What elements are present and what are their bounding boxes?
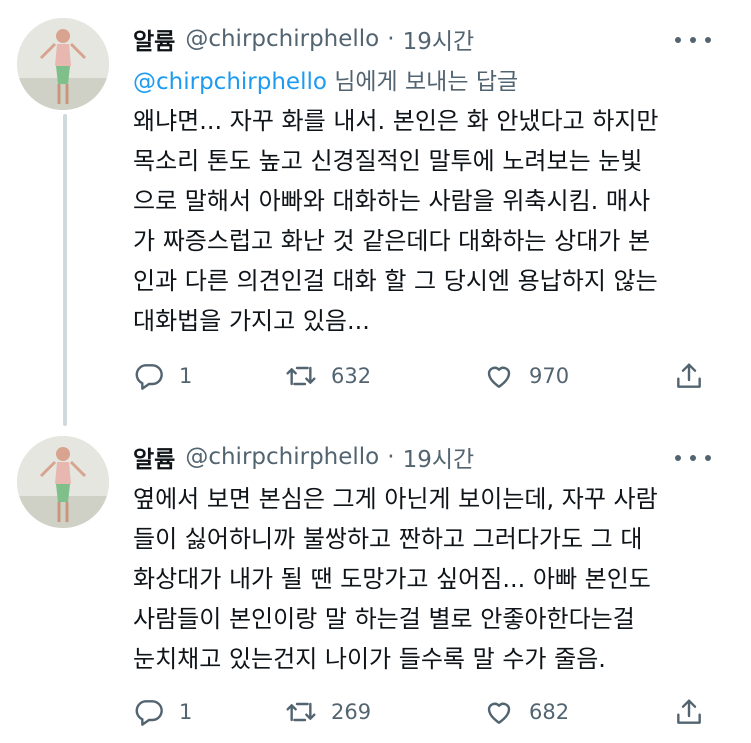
- tweet-text-line: 인과 다른 의견인걸 대화 할 그 당시엔 용납하지 않는: [133, 267, 658, 295]
- more-icon[interactable]: [675, 452, 711, 464]
- timestamp[interactable]: 19시간: [403, 22, 475, 56]
- heart-icon: [487, 366, 511, 388]
- like-count: 970: [529, 364, 570, 388]
- retweet-button[interactable]: 632: [285, 358, 371, 394]
- replying-to: @chirpchirphello 님에게 보내는 답글: [133, 62, 518, 96]
- avatar[interactable]: [17, 18, 109, 110]
- retweet-icon: [286, 702, 316, 722]
- replying-to-suffix: 님에게 보내는 답글: [326, 69, 519, 95]
- retweet-button[interactable]: 269: [285, 694, 371, 730]
- username[interactable]: @chirpchirphello: [185, 444, 379, 470]
- action-bar: 1 632 970: [133, 358, 713, 394]
- retweet-count: 269: [331, 700, 372, 724]
- username[interactable]: @chirpchirphello: [185, 26, 379, 52]
- reply-count: 1: [179, 700, 193, 724]
- timestamp[interactable]: 19시간: [403, 440, 475, 474]
- separator-dot: ·: [387, 444, 395, 470]
- share-button[interactable]: [673, 358, 705, 394]
- share-icon: [677, 699, 701, 724]
- like-button[interactable]: 682: [483, 694, 569, 730]
- tweet-header: 알륨 @chirpchirphello · 19시간: [133, 440, 474, 474]
- tweet-text: 옆에서 보면 본심은 그게 아닌게 보이는데, 자꾸 사람 들이 싫어하니까 불…: [133, 479, 658, 679]
- reply-icon: [135, 364, 163, 390]
- tweet-text-line: 으로 말해서 아빠와 대화하는 사람을 위축시킴. 매사: [133, 187, 651, 215]
- tweet-text-line: 왜냐면... 자꾸 화를 내서. 본인은 화 안냈다고 하지만: [133, 107, 659, 135]
- share-icon: [677, 363, 701, 388]
- reply-button[interactable]: 1: [133, 694, 192, 730]
- tweet-text-line: 들이 싫어하니까 불쌍하고 짠하고 그러다가도 그 대: [133, 525, 643, 553]
- like-button[interactable]: 970: [483, 358, 569, 394]
- tweet-text-line: 화상대가 내가 될 땐 도망가고 싶어짐... 아빠 본인도: [133, 565, 651, 593]
- reply-button[interactable]: 1: [133, 358, 192, 394]
- mention-link[interactable]: @chirpchirphello: [133, 69, 327, 95]
- tweet-text-line: 사람들이 본인이랑 말 하는걸 별로 안좋아한다는걸: [133, 605, 635, 633]
- tweet-text-line: 목소리 톤도 높고 신경질적인 말투에 노려보는 눈빛: [133, 147, 643, 175]
- tweet[interactable]: 알륨 @chirpchirphello · 19시간 @chirpchirphe…: [0, 0, 751, 426]
- separator-dot: ·: [387, 26, 395, 52]
- more-icon[interactable]: [675, 34, 711, 46]
- heart-icon: [487, 702, 511, 724]
- tweet[interactable]: 알륨 @chirpchirphello · 19시간 옆에서 보면 본심은 그게…: [0, 426, 751, 743]
- tweet-text-line: 가 짜증스럽고 화난 것 같은데다 대화하는 상대가 본: [133, 227, 651, 255]
- retweet-icon: [286, 366, 316, 386]
- retweet-count: 632: [331, 364, 372, 388]
- display-name[interactable]: 알륨: [133, 22, 175, 56]
- reply-icon: [135, 700, 163, 726]
- tweet-header: 알륨 @chirpchirphello · 19시간: [133, 22, 474, 56]
- tweet-text-line: 대화법을 가지고 있음...: [133, 307, 370, 335]
- action-bar: 1 269 682: [133, 694, 713, 730]
- avatar-photo: [17, 18, 109, 110]
- display-name[interactable]: 알륨: [133, 440, 175, 474]
- share-button[interactable]: [673, 694, 705, 730]
- avatar[interactable]: [17, 436, 109, 528]
- tweet-text-line: 옆에서 보면 본심은 그게 아닌게 보이는데, 자꾸 사람: [133, 485, 658, 513]
- reply-count: 1: [179, 364, 193, 388]
- like-count: 682: [529, 700, 570, 724]
- avatar-photo: [17, 436, 109, 528]
- tweet-text-line: 눈치채고 있는건지 나이가 들수록 말 수가 줄음.: [133, 645, 606, 673]
- tweet-text: 왜냐면... 자꾸 화를 내서. 본인은 화 안냈다고 하지만 목소리 톤도 높…: [133, 101, 659, 341]
